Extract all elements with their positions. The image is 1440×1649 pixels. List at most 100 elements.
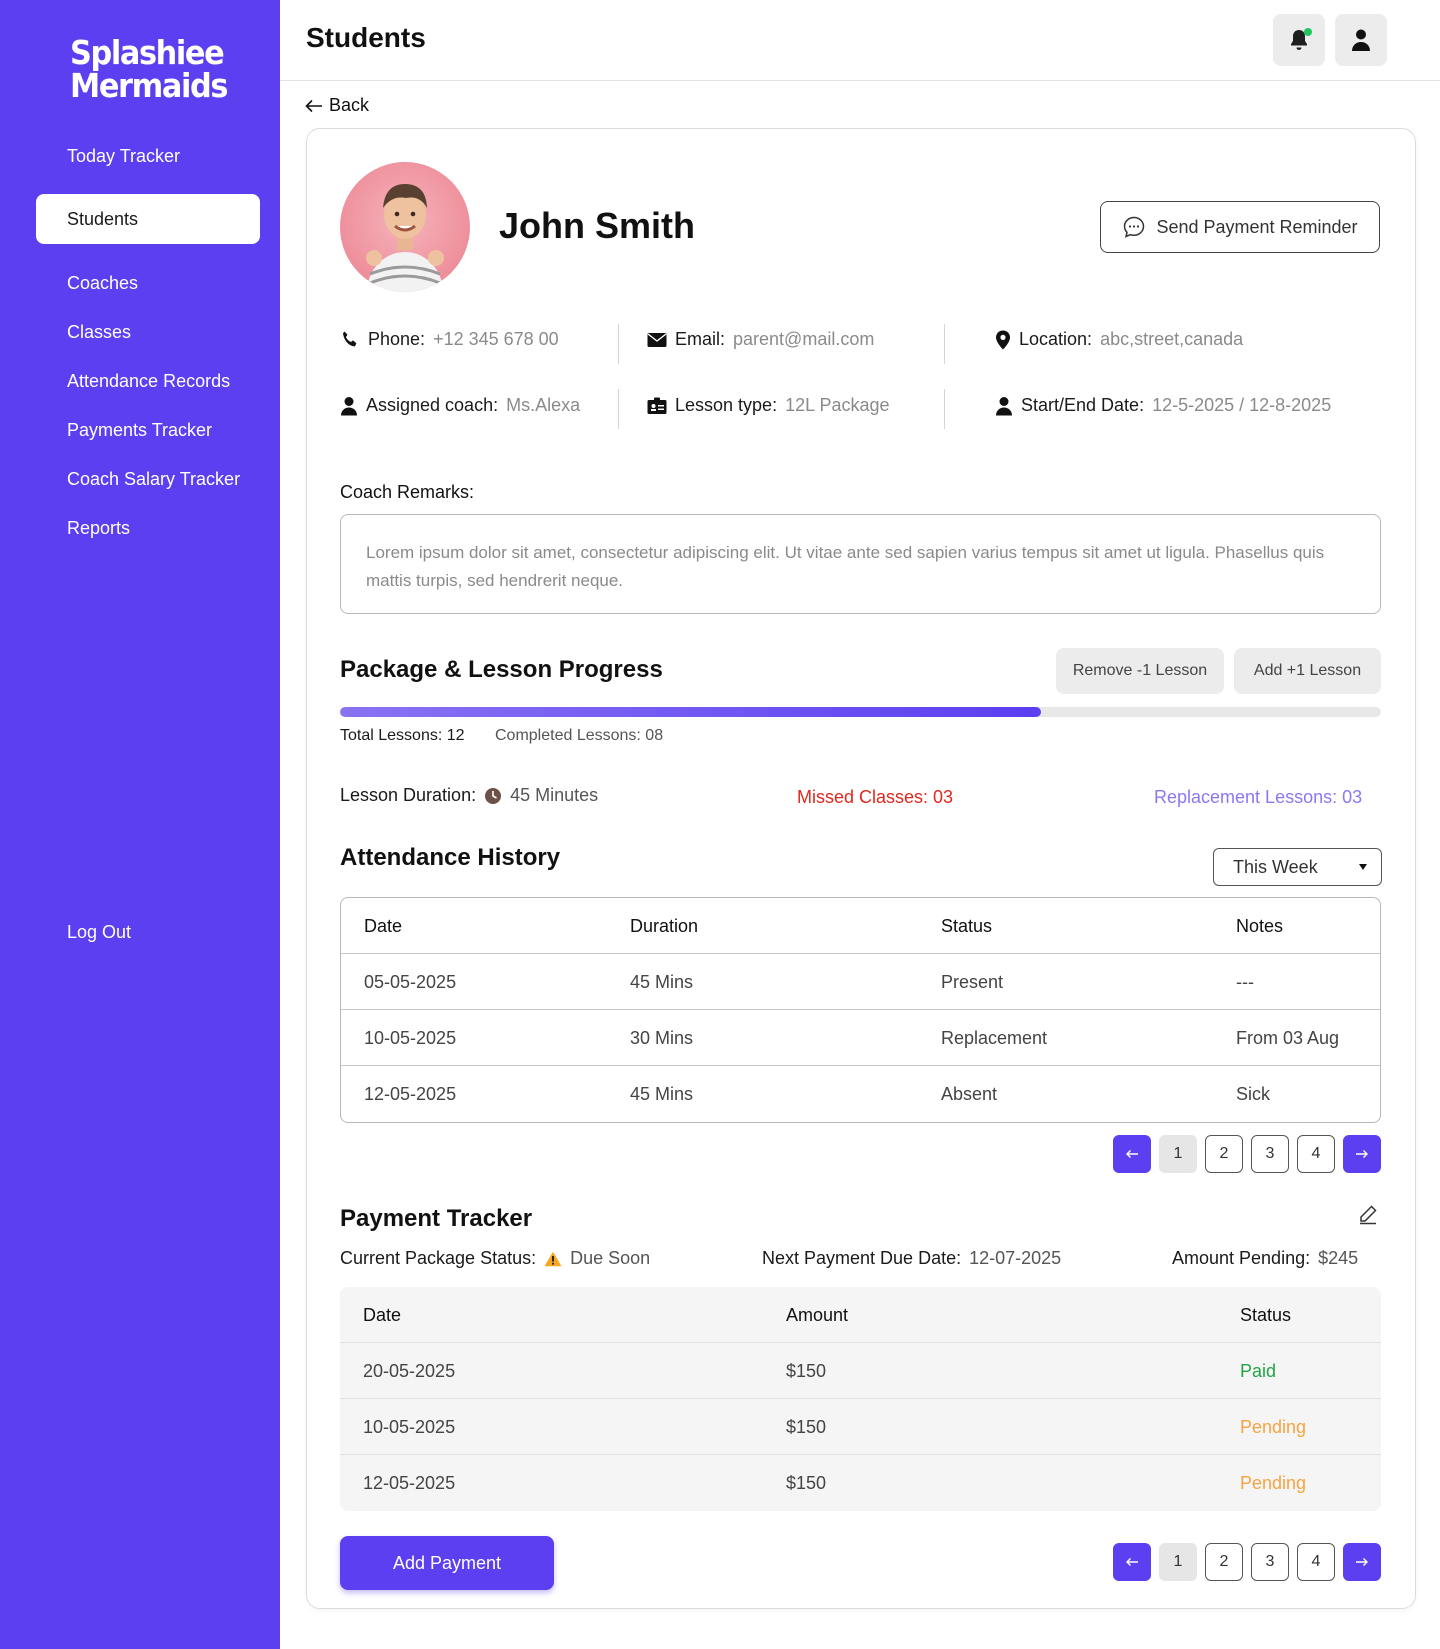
page-1-button[interactable]: 1 <box>1159 1543 1197 1581</box>
cell-amount: $150 <box>786 1473 827 1493</box>
sidebar-item-classes[interactable]: Classes <box>36 307 260 357</box>
lesson-type-label: Lesson type: <box>675 395 778 415</box>
pencil-icon[interactable] <box>1357 1203 1379 1225</box>
student-avatar <box>340 162 470 292</box>
column-header-status: Status <box>1240 1305 1292 1325</box>
amount-pending: Amount Pending: $245 <box>1172 1248 1358 1269</box>
user-icon <box>341 396 357 415</box>
arrow-left-icon <box>1126 1150 1138 1158</box>
coach-remarks-text[interactable]: Lorem ipsum dolor sit amet, consectetur … <box>340 514 1381 614</box>
add-payment-button[interactable]: Add Payment <box>340 1536 554 1590</box>
lesson-type-info: Lesson type: 12L Package <box>647 395 890 416</box>
cell-status: Present <box>941 972 1004 992</box>
phone-info: Phone: +12 345 678 00 <box>340 329 559 350</box>
cell-date: 05-05-2025 <box>364 972 457 992</box>
remove-lesson-button[interactable]: Remove -1 Lesson <box>1056 648 1224 694</box>
prev-page-button[interactable] <box>1113 1543 1151 1581</box>
amount-pending-label: Amount Pending: <box>1172 1248 1311 1268</box>
attendance-section-title: Attendance History <box>340 844 561 871</box>
dates-value: 12-5-2025 / 12-8-2025 <box>1152 395 1332 415</box>
map-pin-icon <box>996 330 1010 349</box>
sidebar-item-log-out[interactable]: Log Out <box>36 907 260 957</box>
brand-line-2: Mermaids <box>70 66 228 105</box>
dates-label: Start/End Date: <box>1021 395 1145 415</box>
email-label: Email: <box>675 329 726 349</box>
cell-status-pending: Pending <box>1240 1417 1307 1437</box>
payment-table: Date Amount Status 20-05-2025 $150 Paid … <box>340 1287 1381 1511</box>
cell-duration: 45 Mins <box>630 1084 694 1104</box>
cell-status-paid: Paid <box>1240 1361 1277 1381</box>
lesson-progress-bar <box>340 707 1381 717</box>
arrow-right-icon <box>1356 1558 1368 1566</box>
email-info: Email: parent@mail.com <box>647 329 874 350</box>
cell-date: 10-05-2025 <box>364 1028 457 1048</box>
arrow-left-icon <box>305 99 322 112</box>
sidebar-item-students[interactable]: Students <box>36 194 260 244</box>
table-header-row: Date Amount Status <box>340 1287 1381 1343</box>
table-row[interactable]: 12-05-2025 45 Mins Absent Sick <box>341 1066 1380 1122</box>
page-2-button[interactable]: 2 <box>1205 1543 1243 1581</box>
location-info: Location: abc,street,canada <box>995 329 1243 350</box>
lesson-duration-value: 45 Minutes <box>510 785 599 805</box>
completed-lessons: Completed Lessons: 08 <box>495 727 664 744</box>
page-1-button[interactable]: 1 <box>1159 1135 1197 1173</box>
next-page-button[interactable] <box>1343 1543 1381 1581</box>
page-3-button[interactable]: 3 <box>1251 1135 1289 1173</box>
attendance-period-select[interactable]: This Week <box>1213 848 1382 886</box>
sidebar-item-today-tracker[interactable]: Today Tracker <box>36 131 260 181</box>
info-divider <box>944 324 945 364</box>
send-payment-reminder-label: Send Payment Reminder <box>1156 216 1358 237</box>
sidebar-item-coach-salary-tracker[interactable]: Coach Salary Tracker <box>36 454 260 504</box>
next-page-button[interactable] <box>1343 1135 1381 1173</box>
notification-dot <box>1304 28 1312 36</box>
email-value[interactable]: parent@mail.com <box>733 329 874 350</box>
package-status-value: Due Soon <box>570 1248 651 1268</box>
sidebar-item-attendance-records[interactable]: Attendance Records <box>36 356 260 406</box>
coach-remarks-label: Coach Remarks: <box>340 482 475 502</box>
page-4-button[interactable]: 4 <box>1297 1135 1335 1173</box>
prev-page-button[interactable] <box>1113 1135 1151 1173</box>
profile-button[interactable] <box>1335 14 1387 66</box>
phone-icon <box>343 331 357 346</box>
total-lessons: Total Lessons: 12 <box>340 727 465 744</box>
send-payment-reminder-button[interactable]: Send Payment Reminder <box>1100 201 1380 253</box>
table-row[interactable]: 12-05-2025 $150 Pending <box>340 1455 1381 1511</box>
column-header-date: Date <box>364 916 403 936</box>
coach-label: Assigned coach: <box>366 395 499 415</box>
cell-amount: $150 <box>786 1361 827 1381</box>
id-card-icon <box>647 397 667 414</box>
dates-info: Start/End Date: 12-5-2025 / 12-8-2025 <box>995 395 1331 416</box>
page-4-button[interactable]: 4 <box>1297 1543 1335 1581</box>
cell-duration: 30 Mins <box>630 1028 694 1048</box>
chat-bubble-icon <box>1124 216 1145 238</box>
sidebar: Splashiee Mermaids Today Tracker Student… <box>0 0 280 1649</box>
phone-value: +12 345 678 00 <box>433 329 559 349</box>
cell-date: 20-05-2025 <box>363 1361 456 1381</box>
lesson-type-value: 12L Package <box>785 395 890 415</box>
info-divider <box>618 324 619 364</box>
package-status: Current Package Status: Due Soon <box>340 1248 650 1269</box>
add-lesson-button[interactable]: Add +1 Lesson <box>1234 648 1381 694</box>
info-divider <box>944 389 945 429</box>
cell-status: Replacement <box>941 1028 1048 1048</box>
phone-label: Phone: <box>368 329 426 349</box>
table-row[interactable]: 20-05-2025 $150 Paid <box>340 1343 1381 1399</box>
table-header-row: Date Duration Status Notes <box>341 898 1380 954</box>
student-photo <box>366 184 444 292</box>
column-header-amount: Amount <box>786 1305 849 1325</box>
student-detail-card: John Smith Send Payment Reminder Phone: … <box>306 128 1416 1609</box>
sidebar-item-coaches[interactable]: Coaches <box>36 258 260 308</box>
back-link[interactable]: Back <box>305 95 369 116</box>
table-row[interactable]: 10-05-2025 $150 Pending <box>340 1399 1381 1455</box>
sidebar-item-payments-tracker[interactable]: Payments Tracker <box>36 405 260 455</box>
sidebar-item-reports[interactable]: Reports <box>36 503 260 553</box>
info-divider <box>618 389 619 429</box>
brand-logo[interactable]: Splashiee Mermaids <box>70 36 228 105</box>
next-payment-due-value: 12-07-2025 <box>969 1248 1062 1268</box>
page-3-button[interactable]: 3 <box>1251 1543 1289 1581</box>
table-row[interactable]: 10-05-2025 30 Mins Replacement From 03 A… <box>341 1010 1380 1066</box>
notifications-button[interactable] <box>1273 14 1325 66</box>
page-2-button[interactable]: 2 <box>1205 1135 1243 1173</box>
location-value: abc,street,canada <box>1100 329 1244 349</box>
table-row[interactable]: 05-05-2025 45 Mins Present --- <box>341 954 1380 1010</box>
